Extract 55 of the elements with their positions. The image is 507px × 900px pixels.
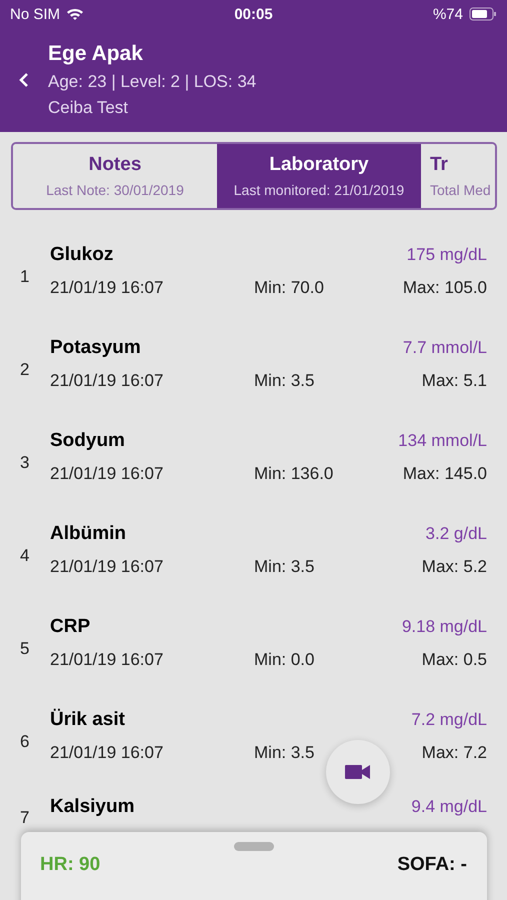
test-value: 175 mg/dL — [406, 244, 487, 264]
test-name: Sodyum — [50, 430, 125, 452]
result-date: 21/01/19 16:07 — [50, 278, 164, 298]
test-name: Albümin — [50, 522, 126, 544]
max-value: Max: 5.1 — [422, 370, 487, 390]
video-camera-icon — [345, 764, 371, 780]
battery-icon — [469, 7, 497, 21]
row-number: 3 — [20, 452, 30, 472]
max-value: Max: 105.0 — [402, 278, 487, 298]
result-date: 21/01/19 16:07 — [50, 556, 164, 576]
min-value: Min: 3.5 — [254, 742, 316, 762]
result-date: 21/01/19 16:07 — [50, 370, 164, 390]
max-value: Max: 7.2 — [422, 742, 487, 762]
patient-name: Ege Apak — [48, 42, 144, 66]
row-number: 6 — [20, 730, 30, 752]
carrier-text: No SIM — [10, 6, 60, 22]
test-value: 7.2 mg/dL — [411, 710, 487, 730]
test-name: Glukoz — [50, 244, 114, 266]
result-date: 21/01/19 16:07 — [50, 464, 164, 484]
drag-handle[interactable] — [234, 842, 274, 851]
clock-text: 00:05 — [234, 6, 273, 22]
min-value: Min: 136.0 — [254, 464, 334, 484]
max-value: Max: 145.0 — [402, 464, 487, 484]
patient-details: Age: 23 | Level: 2 | LOS: 34 — [48, 72, 256, 92]
test-value: 3.2 g/dL — [426, 524, 487, 544]
row-number: 7 — [20, 807, 30, 828]
back-button[interactable] — [18, 72, 30, 88]
sofa-score: SOFA: - — [397, 854, 467, 876]
row-number: 2 — [20, 358, 30, 380]
video-call-button[interactable] — [326, 740, 390, 804]
min-value: Min: 3.5 — [254, 556, 316, 576]
unit-name: Ceiba Test — [48, 98, 130, 118]
result-date: 21/01/19 16:07 — [50, 742, 164, 762]
tab[interactable]: Laboratory Last monitored: 21/01/2019 — [217, 144, 421, 208]
wifi-icon — [66, 7, 84, 21]
test-name: Potasyum — [50, 336, 141, 358]
test-value: 134 mmol/L — [398, 430, 487, 450]
back-icon — [18, 72, 30, 88]
heart-rate: HR: 90 — [40, 854, 100, 876]
min-value: Min: 70.0 — [254, 278, 325, 298]
test-value: 7.7 mmol/L — [402, 338, 487, 358]
min-value: Min: 0.0 — [254, 650, 316, 670]
row-number: 1 — [20, 266, 30, 286]
result-date: 21/01/19 16:07 — [50, 650, 164, 670]
min-value: Min: 3.5 — [254, 370, 316, 390]
test-value: 9.4 mg/dL — [411, 797, 487, 817]
test-name: Kalsiyum — [50, 796, 134, 818]
max-value: Max: 5.2 — [422, 556, 487, 576]
row-number: 5 — [20, 638, 30, 658]
battery-text: %74 — [432, 6, 463, 22]
row-number: 4 — [20, 544, 30, 566]
max-value: Max: 0.5 — [422, 650, 487, 670]
test-value: 9.18 mg/dL — [402, 616, 487, 636]
test-name: CRP — [50, 616, 90, 638]
test-name: Ürik asit — [50, 708, 125, 730]
